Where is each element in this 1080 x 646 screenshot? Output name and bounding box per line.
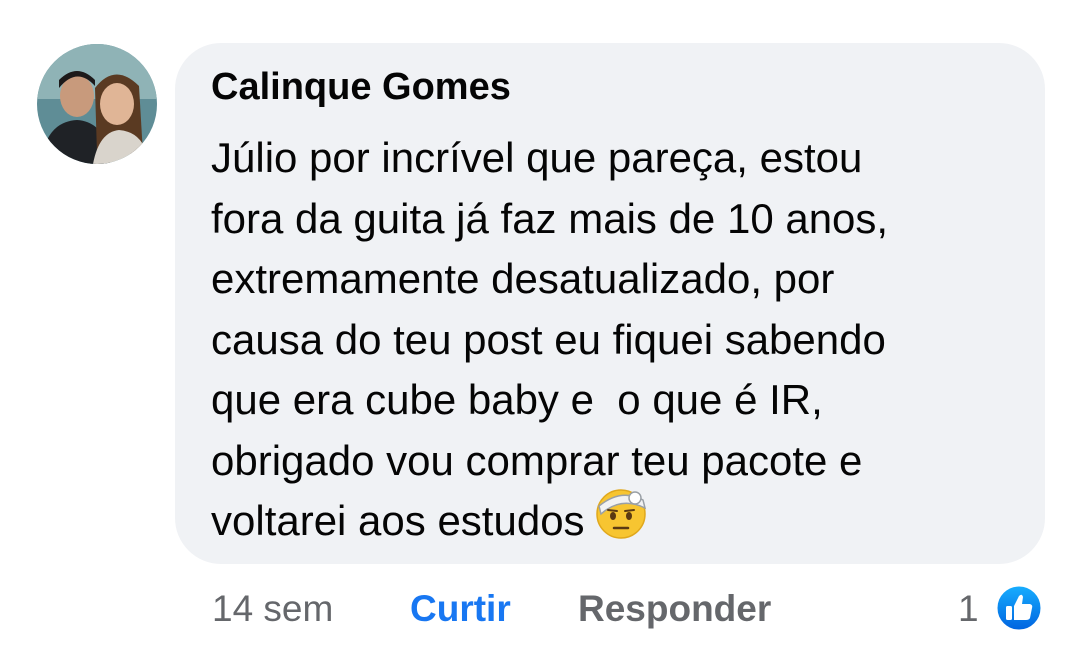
comment-text-line: que era cube baby e o que é IR, (211, 376, 823, 423)
thumbs-up-icon[interactable] (994, 583, 1044, 633)
comment-text-line: obrigado vou comprar teu pacote e (211, 436, 863, 484)
comment-text-line: causa do teu post eu fiquei sabendo (211, 315, 886, 363)
comment-text-line: fora da guita já faz mais de 10 anos, (211, 194, 889, 242)
comment-text-line: Júlio por incrível que pareça, estou (211, 134, 863, 181)
comment-text: Júlio por incrível que pareça, estou for… (211, 128, 1011, 556)
comment-timestamp[interactable]: 14 sem (212, 587, 333, 631)
comment-last-line: voltarei aos estudos (211, 488, 1011, 556)
avatar[interactable] (37, 44, 157, 164)
comment-text-line: extremamente desatualizado, por (211, 255, 835, 302)
like-button[interactable]: Curtir (410, 587, 511, 631)
comment-text-line: voltarei aos estudos (211, 497, 585, 544)
face-with-head-bandage-icon (593, 484, 649, 557)
reaction-count[interactable]: 1 (958, 587, 979, 631)
comment-author[interactable]: Calinque Gomes (211, 66, 511, 109)
reply-button[interactable]: Responder (578, 587, 771, 631)
avatar-photo (37, 44, 157, 164)
